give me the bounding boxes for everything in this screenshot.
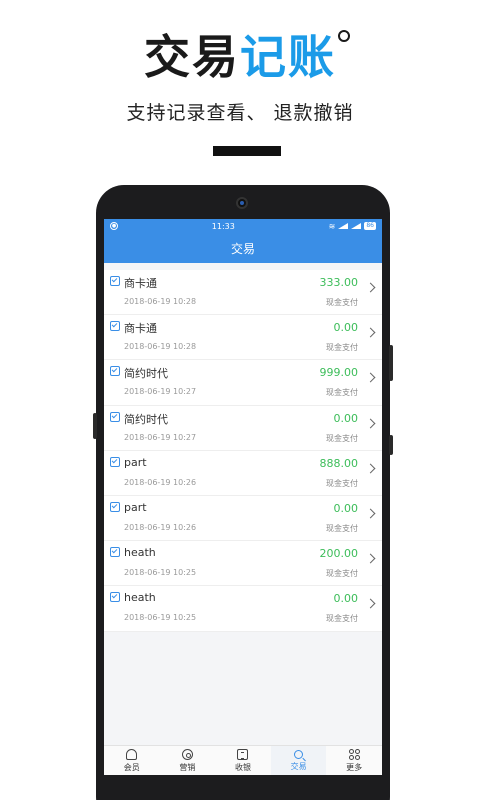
battery-icon: 86 xyxy=(364,222,376,230)
table-row[interactable]: 简约时代 2018-06-19 10:27 999.00 现金支付 xyxy=(104,360,382,406)
table-row[interactable]: part 2018-06-19 10:26 888.00 现金支付 xyxy=(104,451,382,496)
receipt-icon xyxy=(110,276,120,286)
transaction-amount: 0.00 xyxy=(333,411,359,425)
transaction-name: heath xyxy=(124,591,156,605)
more-icon xyxy=(348,748,360,760)
table-row[interactable]: 商卡通 2018-06-19 10:28 0.00 现金支付 xyxy=(104,315,382,361)
tab-label: 交易 xyxy=(290,761,307,771)
table-row[interactable]: heath 2018-06-19 10:25 200.00 现金支付 xyxy=(104,541,382,587)
promo-title: 交易记账 xyxy=(144,28,350,86)
phone-left-button xyxy=(93,413,97,439)
transaction-time: 2018-06-19 10:28 xyxy=(124,342,197,352)
transaction-amount: 999.00 xyxy=(319,366,359,380)
status-time: 11:33 xyxy=(211,221,235,231)
transaction-amount: 333.00 xyxy=(319,276,359,289)
payment-method: 现金支付 xyxy=(326,298,358,307)
transaction-name: 简约时代 xyxy=(124,367,168,381)
payment-method: 现金支付 xyxy=(326,614,358,624)
payment-method: 现金支付 xyxy=(326,523,358,533)
payment-method: 现金支付 xyxy=(326,388,358,398)
tab-member[interactable]: 会员 xyxy=(104,746,160,775)
phone-power-button xyxy=(389,435,393,455)
tab-marketing[interactable]: 营销 xyxy=(160,746,216,775)
transaction-name: heath xyxy=(124,546,156,560)
cashier-icon xyxy=(237,748,249,760)
table-row[interactable]: 商卡通 2018-06-19 10:28 333.00 现金支付 xyxy=(104,270,382,316)
transaction-amount: 0.00 xyxy=(333,321,359,335)
transaction-amount: 0.00 xyxy=(333,501,359,515)
status-bar: ● 11:33 ≋ 86 xyxy=(104,219,382,233)
promo-title-dark: 交易 xyxy=(144,30,240,84)
receipt-icon xyxy=(110,456,120,467)
tab-label: 会员 xyxy=(123,762,140,772)
receipt-icon xyxy=(110,592,120,603)
degree-ring-icon xyxy=(338,30,350,42)
transaction-name: part xyxy=(124,455,147,469)
receipt-icon xyxy=(110,366,120,377)
member-icon xyxy=(126,748,138,760)
wifi-icon: ≋ xyxy=(328,221,336,231)
receipt-icon xyxy=(110,547,120,558)
chevron-right-icon xyxy=(365,463,376,474)
tab-label: 营销 xyxy=(179,762,196,772)
transaction-time: 2018-06-19 10:28 xyxy=(124,297,197,306)
chevron-right-icon xyxy=(365,553,376,564)
phone-screen: ● 11:33 ≋ 86 交易 商卡通 2018-06-19 10:28 333.0… xyxy=(104,219,382,775)
transaction-name: part xyxy=(124,500,147,514)
chevron-right-icon xyxy=(365,282,376,293)
transaction-amount: 888.00 xyxy=(319,456,359,470)
transaction-amount: 0.00 xyxy=(333,592,359,606)
notification-icon: ● xyxy=(110,222,118,230)
transaction-time: 2018-06-19 10:27 xyxy=(124,432,197,442)
promo-title-blue: 记账 xyxy=(240,30,336,84)
tab-search[interactable]: 交易 xyxy=(270,746,327,775)
transaction-time: 2018-06-19 10:26 xyxy=(124,522,197,532)
payment-method: 现金支付 xyxy=(326,569,358,579)
page-title: 交易 xyxy=(230,241,255,256)
promo-headline: 交易记账 xyxy=(0,28,480,86)
receipt-icon xyxy=(110,411,120,422)
phone-volume-button xyxy=(389,345,393,381)
payment-method: 现金支付 xyxy=(326,478,358,488)
transaction-name: 商卡通 xyxy=(124,277,157,290)
promo-divider xyxy=(213,146,281,156)
tab-label: 更多 xyxy=(346,762,363,772)
signal-icon-2 xyxy=(351,223,362,229)
tab-cashier[interactable]: 收银 xyxy=(215,746,271,775)
marketing-icon xyxy=(181,748,193,760)
tab-bar: 会员 营销 收银 交易 更多 xyxy=(104,745,382,775)
promo-subtitle: 支持记录查看、 退款撤销 xyxy=(126,102,354,124)
transaction-amount: 200.00 xyxy=(319,547,359,561)
chevron-right-icon xyxy=(365,598,376,609)
transaction-name: 商卡通 xyxy=(124,322,157,336)
receipt-icon xyxy=(110,321,120,332)
transaction-list: 商卡通 2018-06-19 10:28 333.00 现金支付 商卡通 2018-06-… xyxy=(104,270,382,632)
signal-icon xyxy=(338,223,349,229)
phone-frame: ● 11:33 ≋ 86 交易 商卡通 2018-06-19 10:28 333.0… xyxy=(93,185,393,800)
receipt-icon xyxy=(110,501,120,512)
search-icon xyxy=(294,749,304,759)
table-row[interactable]: part 2018-06-19 10:26 0.00 现金支付 xyxy=(104,496,382,542)
camera-icon xyxy=(236,197,248,209)
transaction-name: 简约时代 xyxy=(124,412,168,426)
transaction-time: 2018-06-19 10:26 xyxy=(124,477,197,487)
payment-method: 现金支付 xyxy=(326,433,358,443)
chevron-right-icon xyxy=(365,372,376,383)
status-indicators: ≋ 86 xyxy=(329,222,376,231)
transaction-time: 2018-06-19 10:25 xyxy=(124,613,197,623)
tab-label: 收银 xyxy=(234,762,251,772)
table-row[interactable]: 简约时代 2018-06-19 10:27 0.00 现金支付 xyxy=(104,406,382,451)
nav-bar: 交易 xyxy=(104,233,382,263)
chevron-right-icon xyxy=(365,418,376,429)
chevron-right-icon xyxy=(365,508,376,519)
transaction-time: 2018-06-19 10:25 xyxy=(124,568,197,578)
transaction-time: 2018-06-19 10:27 xyxy=(124,387,197,397)
table-row[interactable]: heath 2018-06-19 10:25 0.00 现金支付 xyxy=(104,586,382,632)
chevron-right-icon xyxy=(365,327,376,338)
tab-more[interactable]: 更多 xyxy=(326,746,382,775)
payment-method: 现金支付 xyxy=(326,343,358,353)
